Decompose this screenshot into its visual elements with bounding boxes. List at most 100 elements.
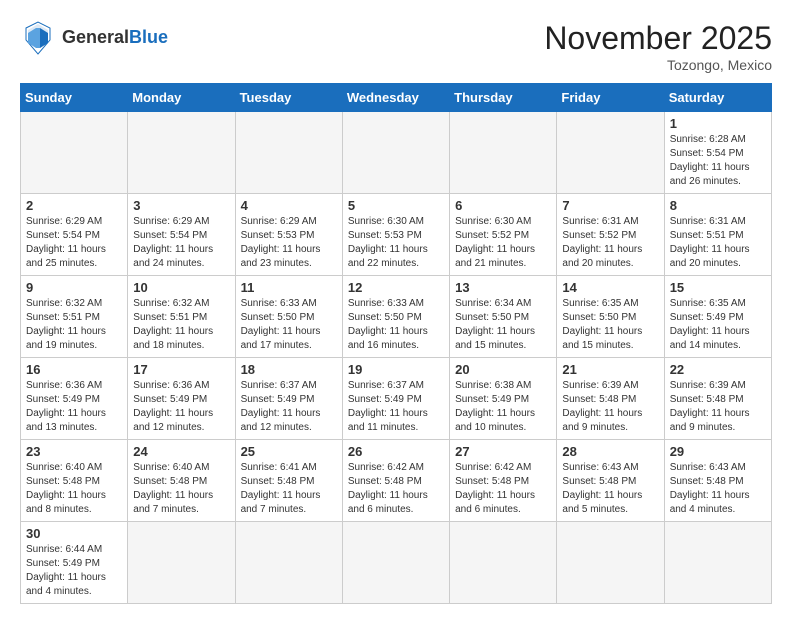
day-content: Sunrise: 6:33 AM Sunset: 5:50 PM Dayligh… [348,297,444,353]
location: Tozongo, Mexico [544,57,772,73]
week-row-3: 9 Sunrise: 6:32 AM Sunset: 5:51 PM Daylig… [21,276,772,358]
day-content: Sunrise: 6:38 AM Sunset: 5:49 PM Dayligh… [455,379,551,435]
day-number: 17 [133,362,229,377]
day-number: 9 [26,280,122,295]
day-content: Sunrise: 6:39 AM Sunset: 5:48 PM Dayligh… [562,379,658,435]
day-number: 21 [562,362,658,377]
day-content: Sunrise: 6:32 AM Sunset: 5:51 PM Dayligh… [26,297,122,353]
day-content: Sunrise: 6:31 AM Sunset: 5:52 PM Dayligh… [562,215,658,271]
weekday-header-sunday: Sunday [21,84,128,112]
calendar-cell: 3Sunrise: 6:29 AM Sunset: 5:54 PM Daylig… [128,194,235,276]
week-row-5: 23 Sunrise: 6:40 AM Sunset: 5:48 PM Dayli… [21,440,772,522]
day-number: 13 [455,280,551,295]
day-content: Sunrise: 6:43 AM Sunset: 5:48 PM Dayligh… [562,461,658,517]
day-number: 10 [133,280,229,295]
weekday-header-wednesday: Wednesday [342,84,449,112]
calendar-cell: 5Sunrise: 6:30 AM Sunset: 5:53 PM Daylig… [342,194,449,276]
day-number: 30 [26,526,122,541]
calendar-cell: 1 Sunrise: 6:28 AM Sunset: 5:54 PM Daylig… [664,112,771,194]
calendar-cell [664,522,771,604]
day-number: 8 [670,198,766,213]
logo-blue: Blue [129,27,168,47]
calendar-cell: 28 Sunrise: 6:43 AM Sunset: 5:48 PM Dayli… [557,440,664,522]
calendar-cell: 18Sunrise: 6:37 AM Sunset: 5:49 PM Dayli… [235,358,342,440]
weekday-header-row: SundayMondayTuesdayWednesdayThursdayFrid… [21,84,772,112]
calendar-cell: 13 Sunrise: 6:34 AM Sunset: 5:50 PM Dayli… [450,276,557,358]
logo-general: General [62,27,129,47]
day-content: Sunrise: 6:34 AM Sunset: 5:50 PM Dayligh… [455,297,551,353]
calendar-cell [557,112,664,194]
logo-text: GeneralBlue [62,28,168,48]
weekday-header-monday: Monday [128,84,235,112]
day-content: Sunrise: 6:35 AM Sunset: 5:50 PM Dayligh… [562,297,658,353]
calendar-cell [342,112,449,194]
day-number: 29 [670,444,766,459]
day-number: 6 [455,198,551,213]
calendar-cell: 30 Sunrise: 6:44 AM Sunset: 5:49 PM Dayli… [21,522,128,604]
day-content: Sunrise: 6:43 AM Sunset: 5:48 PM Dayligh… [670,461,766,517]
calendar-cell [235,522,342,604]
week-row-4: 16Sunrise: 6:36 AM Sunset: 5:49 PM Dayli… [21,358,772,440]
day-content: Sunrise: 6:32 AM Sunset: 5:51 PM Dayligh… [133,297,229,353]
day-number: 24 [133,444,229,459]
day-number: 1 [670,116,766,131]
day-number: 23 [26,444,122,459]
calendar-cell: 9 Sunrise: 6:32 AM Sunset: 5:51 PM Daylig… [21,276,128,358]
weekday-header-tuesday: Tuesday [235,84,342,112]
calendar-cell: 19Sunrise: 6:37 AM Sunset: 5:49 PM Dayli… [342,358,449,440]
day-content: Sunrise: 6:44 AM Sunset: 5:49 PM Dayligh… [26,543,122,599]
calendar-cell [342,522,449,604]
day-content: Sunrise: 6:30 AM Sunset: 5:52 PM Dayligh… [455,215,551,271]
day-number: 2 [26,198,122,213]
day-content: Sunrise: 6:41 AM Sunset: 5:48 PM Dayligh… [241,461,337,517]
day-number: 16 [26,362,122,377]
day-number: 15 [670,280,766,295]
day-number: 11 [241,280,337,295]
calendar-cell: 25 Sunrise: 6:41 AM Sunset: 5:48 PM Dayli… [235,440,342,522]
weekday-header-saturday: Saturday [664,84,771,112]
weekday-header-thursday: Thursday [450,84,557,112]
day-number: 26 [348,444,444,459]
calendar-cell: 29 Sunrise: 6:43 AM Sunset: 5:48 PM Dayli… [664,440,771,522]
day-number: 7 [562,198,658,213]
day-number: 20 [455,362,551,377]
weekday-header-friday: Friday [557,84,664,112]
logo: GeneralBlue [20,20,168,56]
day-content: Sunrise: 6:37 AM Sunset: 5:49 PM Dayligh… [348,379,444,435]
day-number: 25 [241,444,337,459]
day-content: Sunrise: 6:29 AM Sunset: 5:54 PM Dayligh… [133,215,229,271]
day-content: Sunrise: 6:37 AM Sunset: 5:49 PM Dayligh… [241,379,337,435]
calendar-cell: 24 Sunrise: 6:40 AM Sunset: 5:48 PM Dayli… [128,440,235,522]
calendar-cell: 7 Sunrise: 6:31 AM Sunset: 5:52 PM Daylig… [557,194,664,276]
calendar-cell: 11Sunrise: 6:33 AM Sunset: 5:50 PM Dayli… [235,276,342,358]
day-content: Sunrise: 6:40 AM Sunset: 5:48 PM Dayligh… [133,461,229,517]
logo-icon [20,20,56,56]
day-number: 28 [562,444,658,459]
calendar-cell: 17Sunrise: 6:36 AM Sunset: 5:49 PM Dayli… [128,358,235,440]
calendar-cell: 16Sunrise: 6:36 AM Sunset: 5:49 PM Dayli… [21,358,128,440]
page-header: GeneralBlue November 2025 Tozongo, Mexic… [20,20,772,73]
title-block: November 2025 Tozongo, Mexico [544,20,772,73]
day-content: Sunrise: 6:42 AM Sunset: 5:48 PM Dayligh… [455,461,551,517]
calendar-cell [450,112,557,194]
calendar-cell: 21 Sunrise: 6:39 AM Sunset: 5:48 PM Dayli… [557,358,664,440]
calendar-cell: 2 Sunrise: 6:29 AM Sunset: 5:54 PM Daylig… [21,194,128,276]
calendar: SundayMondayTuesdayWednesdayThursdayFrid… [20,83,772,604]
week-row-2: 2 Sunrise: 6:29 AM Sunset: 5:54 PM Daylig… [21,194,772,276]
calendar-cell: 20 Sunrise: 6:38 AM Sunset: 5:49 PM Dayli… [450,358,557,440]
calendar-cell: 27 Sunrise: 6:42 AM Sunset: 5:48 PM Dayli… [450,440,557,522]
calendar-cell [128,522,235,604]
day-number: 22 [670,362,766,377]
day-content: Sunrise: 6:31 AM Sunset: 5:51 PM Dayligh… [670,215,766,271]
day-content: Sunrise: 6:29 AM Sunset: 5:54 PM Dayligh… [26,215,122,271]
day-content: Sunrise: 6:30 AM Sunset: 5:53 PM Dayligh… [348,215,444,271]
day-content: Sunrise: 6:29 AM Sunset: 5:53 PM Dayligh… [241,215,337,271]
calendar-cell: 26Sunrise: 6:42 AM Sunset: 5:48 PM Dayli… [342,440,449,522]
calendar-cell [557,522,664,604]
calendar-cell: 22Sunrise: 6:39 AM Sunset: 5:48 PM Dayli… [664,358,771,440]
calendar-cell: 15Sunrise: 6:35 AM Sunset: 5:49 PM Dayli… [664,276,771,358]
day-number: 27 [455,444,551,459]
month-title: November 2025 [544,20,772,57]
day-content: Sunrise: 6:28 AM Sunset: 5:54 PM Dayligh… [670,133,766,189]
calendar-cell: 10 Sunrise: 6:32 AM Sunset: 5:51 PM Dayli… [128,276,235,358]
